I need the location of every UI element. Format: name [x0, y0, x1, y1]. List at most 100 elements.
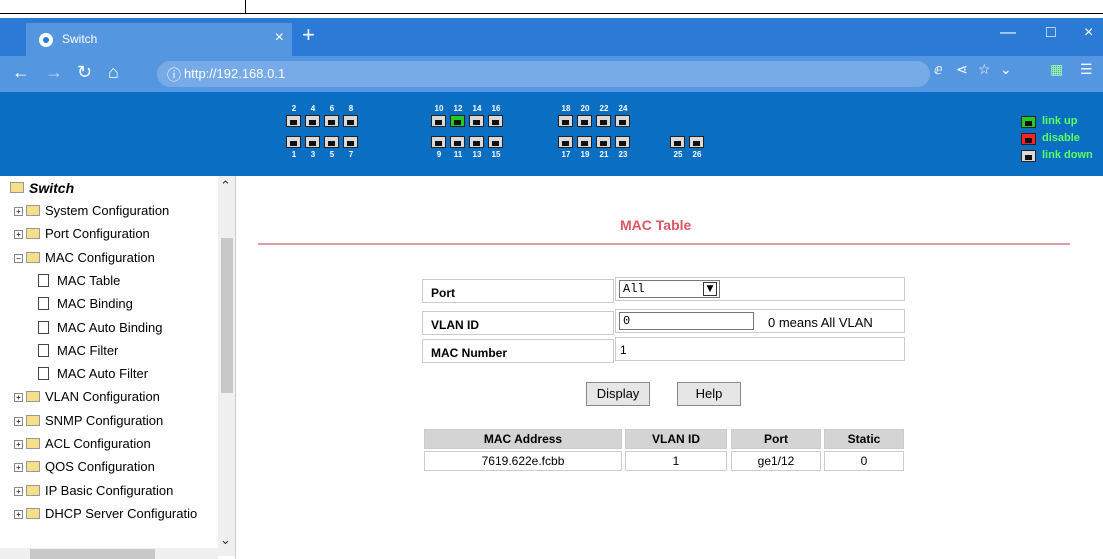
- folder-icon: [26, 414, 40, 426]
- maximize-button[interactable]: □: [1046, 24, 1056, 42]
- mac-number-value: 1: [620, 343, 627, 357]
- port-21-icon[interactable]: [596, 136, 611, 148]
- reload-icon[interactable]: ↻: [77, 62, 92, 83]
- sidebar-item[interactable]: MAC Auto Binding: [38, 320, 163, 335]
- sidebar-item[interactable]: + VLAN Configuration: [14, 389, 160, 404]
- port-18-icon[interactable]: [558, 115, 573, 127]
- site-info-icon[interactable]: ⓘ: [167, 65, 181, 85]
- scroll-up-icon[interactable]: ⌃: [220, 178, 231, 194]
- dropdown-chevron-icon[interactable]: ⌄: [1000, 61, 1012, 78]
- port-11-icon[interactable]: [450, 136, 465, 148]
- tree-root[interactable]: Switch: [10, 180, 74, 196]
- port-8-icon[interactable]: [343, 115, 358, 127]
- scroll-down-icon[interactable]: ⌄: [220, 532, 231, 548]
- sidebar-item[interactable]: + System Configuration: [14, 203, 169, 218]
- port-24-icon[interactable]: [615, 115, 630, 127]
- sidebar-item-label: ACL Configuration: [45, 436, 151, 451]
- legend-link-up-label: link up: [1042, 115, 1078, 127]
- sidebar-item-label: IP Basic Configuration: [45, 482, 174, 498]
- help-button[interactable]: Help: [677, 382, 741, 406]
- port-7-icon[interactable]: [343, 136, 358, 148]
- sidebar-item[interactable]: + IP Basic Configuration: [14, 483, 173, 498]
- tree-root-label: Switch: [29, 180, 75, 196]
- port-23-icon[interactable]: [615, 136, 630, 148]
- home-icon[interactable]: ⌂: [108, 62, 119, 83]
- sidebar-item[interactable]: + Port Configuration: [14, 226, 150, 241]
- sidebar-item[interactable]: MAC Binding: [38, 296, 133, 311]
- expand-icon[interactable]: +: [14, 393, 23, 403]
- port-2-icon[interactable]: [286, 115, 301, 127]
- sidebar-item[interactable]: MAC Auto Filter: [38, 366, 148, 381]
- port-15-icon[interactable]: [488, 136, 503, 148]
- ie-mode-icon[interactable]: ⅇ: [934, 61, 943, 78]
- display-button[interactable]: Display: [586, 382, 650, 406]
- sidebar-item[interactable]: + QOS Configuration: [14, 459, 155, 474]
- back-arrow-icon[interactable]: ←: [12, 62, 30, 83]
- sidebar-item-label: MAC Configuration: [45, 249, 155, 265]
- vlan-id-hint: 0 means All VLAN: [768, 315, 873, 330]
- expand-icon[interactable]: +: [14, 440, 23, 449]
- port-16-icon[interactable]: [488, 115, 503, 127]
- collapse-icon[interactable]: −: [14, 253, 23, 263]
- minimize-button[interactable]: —: [1000, 24, 1016, 42]
- port-4-icon[interactable]: [305, 115, 320, 127]
- port-number-label: 7: [348, 150, 354, 159]
- port-20-icon[interactable]: [577, 115, 592, 127]
- port-1-icon[interactable]: [286, 136, 301, 148]
- hscroll-thumb[interactable]: [30, 549, 155, 559]
- expand-icon[interactable]: +: [14, 207, 23, 216]
- port-19-icon[interactable]: [577, 136, 592, 148]
- port-10-icon[interactable]: [431, 115, 446, 127]
- tab-close-icon[interactable]: ×: [275, 29, 284, 47]
- chevron-down-icon[interactable]: ▼: [703, 282, 717, 296]
- url-text[interactable]: http://192.168.0.1: [184, 66, 285, 81]
- port-6-icon[interactable]: [324, 115, 339, 127]
- browser-tab[interactable]: Switch ×: [26, 23, 292, 56]
- legend-disable-swatch: [1021, 133, 1036, 145]
- port-cell: All ▼: [615, 277, 905, 301]
- apps-grid-icon[interactable]: ▦: [1050, 61, 1063, 78]
- vlan-id-input[interactable]: 0: [619, 312, 754, 330]
- port-12-icon[interactable]: [450, 115, 465, 127]
- port-26-icon[interactable]: [689, 136, 704, 148]
- port-5-icon[interactable]: [324, 136, 339, 148]
- sidebar-item[interactable]: MAC Filter: [38, 343, 118, 358]
- legend-link-down-swatch: [1021, 150, 1036, 162]
- new-tab-button[interactable]: +: [302, 24, 315, 46]
- expand-icon[interactable]: +: [14, 416, 23, 426]
- close-window-button[interactable]: ×: [1084, 24, 1093, 42]
- port-25-icon[interactable]: [670, 136, 685, 148]
- port-14-icon[interactable]: [469, 115, 484, 127]
- scroll-thumb[interactable]: [221, 238, 233, 393]
- port-3-icon[interactable]: [305, 136, 320, 148]
- expand-icon[interactable]: +: [14, 486, 23, 496]
- expand-icon[interactable]: +: [14, 230, 23, 240]
- port-9-icon[interactable]: [431, 136, 446, 148]
- table-cell-port: ge1/12: [731, 451, 821, 471]
- sidebar-item[interactable]: + DHCP Server Configuratio: [14, 506, 197, 521]
- menu-icon[interactable]: ☰: [1080, 61, 1093, 78]
- sidebar-horizontal-scrollbar[interactable]: [0, 548, 218, 559]
- port-number-label: 8: [348, 104, 354, 113]
- favorite-star-icon[interactable]: ☆: [978, 61, 991, 78]
- sidebar-item-label: MAC Auto Binding: [57, 319, 163, 335]
- port-number-label: 3: [310, 150, 316, 159]
- expand-icon[interactable]: +: [14, 463, 23, 473]
- port-number-label: 17: [561, 150, 571, 159]
- sidebar-item[interactable]: + SNMP Configuration: [14, 413, 163, 428]
- expand-icon[interactable]: +: [14, 509, 23, 519]
- sidebar-scrollbar[interactable]: ⌃ ⌄: [218, 176, 235, 556]
- document-icon: [38, 297, 49, 311]
- port-22-icon[interactable]: [596, 115, 611, 127]
- port-13-icon[interactable]: [469, 136, 484, 148]
- sidebar-item[interactable]: − MAC Configuration: [14, 250, 155, 265]
- forward-arrow-icon[interactable]: →: [45, 62, 63, 83]
- port-select[interactable]: All ▼: [619, 280, 720, 298]
- port-17-icon[interactable]: [558, 136, 573, 148]
- address-bar[interactable]: ⓘ http://192.168.0.1: [157, 61, 930, 87]
- sidebar-item[interactable]: MAC Table: [38, 273, 120, 288]
- sidebar-item[interactable]: + ACL Configuration: [14, 436, 151, 451]
- share-icon[interactable]: ⋖: [956, 61, 968, 78]
- port-number-label: 14: [472, 104, 482, 113]
- port-number-label: 25: [673, 150, 683, 159]
